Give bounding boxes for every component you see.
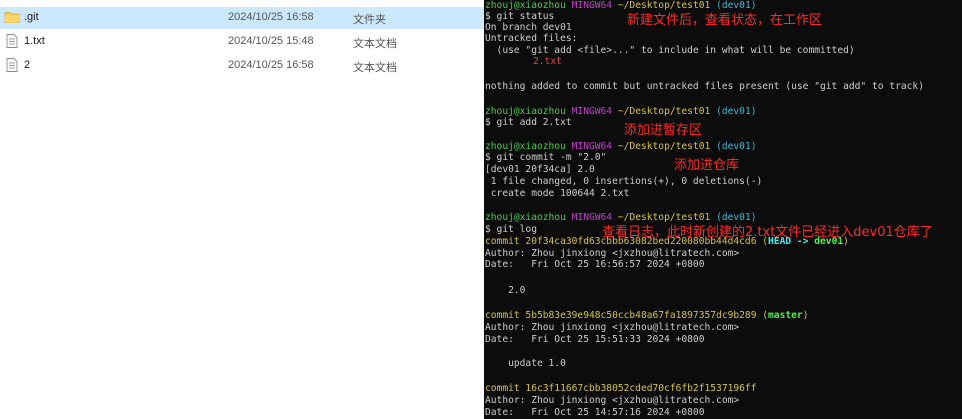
file-modified: 2024/10/25 16:58 — [228, 59, 314, 71]
log-date: Date: Fri Oct 25 16:56:57 2024 +0800 — [485, 259, 705, 270]
terminal-command: $ git commit -m "2.0" — [485, 152, 607, 163]
file-type: 文本文档 — [353, 62, 397, 74]
log-commit-line: commit 16c3f11667cbb38052cded70cf6fb2f15… — [485, 383, 757, 394]
log-message: update 1.0 — [485, 358, 566, 369]
terminal-prompt: zhouj@xiaozhou MINGW64 ~/Desktop/test01 … — [485, 141, 757, 152]
annotation-log: 查看日志，此时新创建的2.txt文件已经进入dev01仓库了 — [602, 225, 933, 240]
log-date: Date: Fri Oct 25 15:51:33 2024 +0800 — [485, 334, 705, 345]
untracked-file: 2.txt — [533, 56, 562, 67]
terminal-prompt: zhouj@xiaozhou MINGW64 ~/Desktop/test01 … — [485, 0, 757, 11]
terminal-output-line: On branch dev01 — [485, 22, 572, 33]
terminal-prompt: zhouj@xiaozhou MINGW64 ~/Desktop/test01 … — [485, 212, 757, 223]
file-name: 1.txt — [24, 35, 45, 47]
log-author: Author: Zhou jinxiong <jxzhou@litratech.… — [485, 395, 740, 406]
log-date: Date: Fri Oct 25 14:57:16 2024 +0800 — [485, 407, 705, 418]
file-name: 2 — [24, 59, 31, 71]
terminal-output-line: create mode 100644 2.txt — [485, 188, 630, 199]
text-file-icon — [4, 33, 20, 49]
annotation-status: 新建文件后，查看状态，在工作区 — [627, 13, 823, 28]
file-row-1txt[interactable]: 1.txt 2024/10/25 15:48 文本文档 — [0, 31, 484, 53]
file-type: 文件夹 — [353, 14, 386, 26]
terminal-output-line: nothing added to commit but untracked fi… — [485, 81, 924, 92]
terminal-output-line: 1 file changed, 0 insertions(+), 0 delet… — [485, 176, 763, 187]
terminal-prompt: zhouj@xiaozhou MINGW64 ~/Desktop/test01 … — [485, 106, 757, 117]
terminal-command: $ git log — [485, 224, 537, 235]
file-type: 文本文档 — [353, 38, 397, 50]
annotation-add: 添加进暂存区 — [624, 123, 703, 138]
annotation-commit: 添加进仓库 — [674, 158, 740, 173]
terminal-output-line: [dev01 20f34ca] 2.0 — [485, 164, 595, 175]
file-modified: 2024/10/25 16:58 — [228, 11, 314, 23]
terminal-output-line: (use "git add <file>..." to include in w… — [485, 45, 855, 56]
file-row-2[interactable]: 2 2024/10/25 16:58 文本文档 — [0, 55, 484, 77]
file-explorer-pane: .git 2024/10/25 16:58 文件夹 1.txt 2024/10/… — [0, 0, 484, 419]
terminal-command: $ git status — [485, 11, 555, 22]
file-name: .git — [24, 11, 39, 23]
git-bash-terminal[interactable]: zhouj@xiaozhou MINGW64 ~/Desktop/test01 … — [484, 0, 962, 419]
file-row-git[interactable]: .git 2024/10/25 16:58 文件夹 — [0, 7, 484, 29]
log-author: Author: Zhou jinxiong <jxzhou@litratech.… — [485, 248, 740, 259]
log-author: Author: Zhou jinxiong <jxzhou@litratech.… — [485, 322, 740, 333]
log-commit-line: commit 5b5b83e39e948c50ccb48a67fa1897357… — [485, 310, 809, 321]
folder-icon — [4, 9, 20, 25]
terminal-command: $ git add 2.txt — [485, 117, 572, 128]
log-message: 2.0 — [485, 285, 526, 296]
file-modified: 2024/10/25 15:48 — [228, 35, 314, 47]
terminal-output-line: Untracked files: — [485, 33, 578, 44]
text-file-icon — [4, 57, 20, 73]
